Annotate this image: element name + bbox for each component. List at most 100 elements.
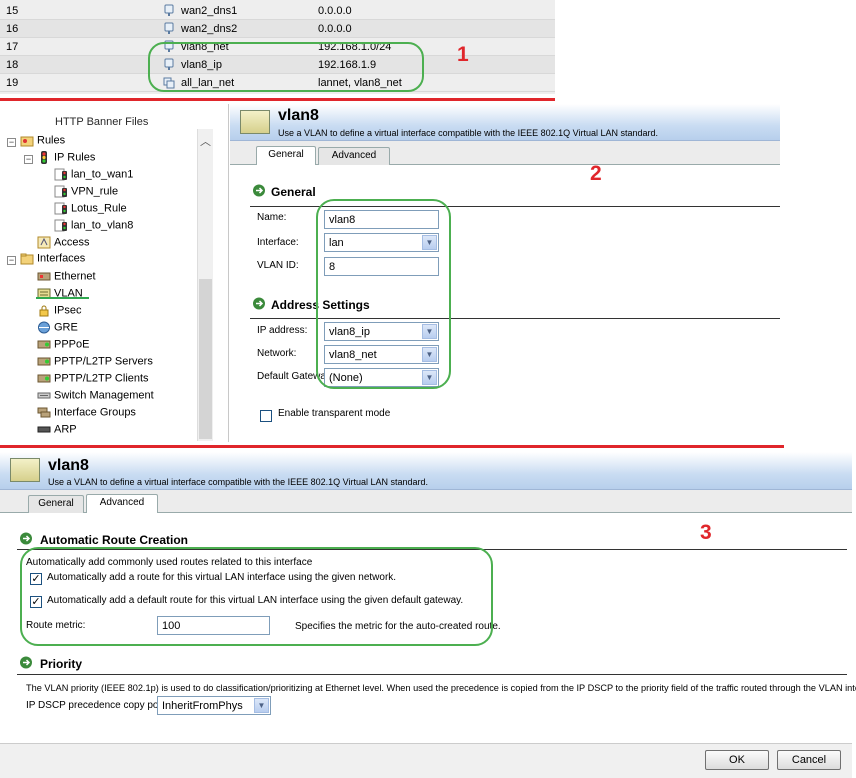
- default-gateway-label: Default Gateway:: [257, 371, 324, 382]
- access-icon: [37, 236, 51, 249]
- tree-item-access[interactable]: Access: [37, 236, 89, 253]
- general-section-heading: General: [271, 185, 316, 199]
- tab-general[interactable]: General: [256, 146, 316, 165]
- dscp-policy-select[interactable]: InheritFromPhys ▼: [157, 696, 271, 715]
- enable-transparent-mode-checkbox[interactable]: [260, 410, 272, 422]
- ethernet-icon: [37, 272, 51, 281]
- tree-item-pptp-l2tp-servers[interactable]: PPTP/L2TP Servers: [37, 355, 153, 372]
- network-label: Network:: [257, 348, 297, 359]
- tree-item-ipsec[interactable]: IPsec: [37, 304, 82, 321]
- tree-item-ethernet[interactable]: Ethernet: [37, 270, 96, 287]
- section-arrow-icon: [253, 184, 265, 197]
- priority-description: The VLAN priority (IEEE 802.1p) is used …: [26, 683, 856, 693]
- rule-icon: [54, 202, 67, 215]
- lock-icon: [39, 305, 49, 317]
- pptp-server-icon: [37, 357, 51, 366]
- highlight-oval-1: [148, 42, 424, 92]
- separator-line: [0, 445, 784, 448]
- tab-bar: General Advanced: [0, 490, 852, 513]
- page-title: vlan8: [278, 107, 319, 124]
- annotation-number-1: 1: [457, 43, 469, 66]
- enable-transparent-mode-label: Enable transparent mode: [278, 408, 391, 419]
- vlan-header-banner: vlan8 Use a VLAN to define a virtual int…: [0, 452, 852, 490]
- highlight-oval-2: [316, 199, 451, 389]
- section-arrow-icon: [20, 656, 32, 669]
- rule-icon: [54, 219, 67, 232]
- tree-item-rules[interactable]: Rules: [20, 134, 65, 151]
- section-arrow-icon: [253, 297, 265, 310]
- pppoe-icon: [37, 340, 51, 349]
- collapse-toggle[interactable]: −: [24, 155, 33, 164]
- tab-general[interactable]: General: [28, 495, 84, 513]
- row-number: 15: [6, 5, 19, 17]
- collapse-toggle[interactable]: −: [7, 256, 16, 265]
- ip-address-label: IP address:: [257, 325, 308, 336]
- arp-icon: [37, 426, 51, 433]
- ip-address-icon: [164, 22, 174, 34]
- page-description: Use a VLAN to define a virtual interface…: [48, 477, 429, 487]
- vlan-header-banner: vlan8 Use a VLAN to define a virtual int…: [230, 104, 780, 141]
- separator-line: [0, 98, 555, 101]
- tree-item-vlan[interactable]: VLAN: [37, 287, 83, 304]
- folder-icon: [20, 253, 34, 265]
- switch-icon: [37, 392, 51, 399]
- traffic-light-icon: [41, 151, 47, 164]
- navigation-tree: HTTP Banner Files − Rules − IP Rules lan…: [0, 104, 229, 442]
- page-title: vlan8: [48, 457, 89, 474]
- rule-icon: [54, 185, 67, 198]
- table-row[interactable]: 16 wan2_dns2 0.0.0.0: [0, 20, 555, 38]
- row-name: wan2_dns1: [181, 5, 238, 17]
- rules-folder-icon: [20, 136, 34, 147]
- vlan-id-label: VLAN ID:: [257, 260, 299, 271]
- row-name: wan2_dns2: [181, 23, 238, 35]
- tree-item-switch-management[interactable]: Switch Management: [37, 389, 154, 406]
- vlan-large-icon: [10, 458, 40, 482]
- tree-item-lotus-rule[interactable]: Lotus_Rule: [54, 202, 127, 219]
- tree-item-interface-groups[interactable]: Interface Groups: [37, 406, 136, 423]
- tab-advanced[interactable]: Advanced: [318, 147, 390, 165]
- interface-label: Interface:: [257, 237, 299, 248]
- interface-group-icon: [37, 407, 51, 418]
- tab-advanced[interactable]: Advanced: [86, 494, 158, 513]
- annotation-number-3: 3: [700, 521, 712, 544]
- tree-item-lan-to-vlan8[interactable]: lan_to_vlan8: [54, 219, 133, 236]
- row-number: 17: [6, 41, 19, 53]
- section-divider: [17, 674, 847, 675]
- tab-bar: General Advanced: [230, 141, 780, 165]
- chevron-down-icon: ▼: [254, 698, 269, 713]
- pptp-client-icon: [37, 374, 51, 383]
- vlan-large-icon: [240, 110, 270, 134]
- name-label: Name:: [257, 212, 287, 223]
- tree-item-ip-rules[interactable]: IP Rules: [37, 151, 95, 168]
- row-address: 0.0.0.0: [318, 23, 352, 35]
- row-number: 18: [6, 59, 19, 71]
- row-number: 16: [6, 23, 19, 35]
- tree-item-http-banner-files[interactable]: HTTP Banner Files: [55, 116, 148, 133]
- tree-scrollbar[interactable]: ︿: [197, 129, 213, 441]
- tree-item-lan-to-wan1[interactable]: lan_to_wan1: [54, 168, 133, 185]
- tree-item-interfaces[interactable]: Interfaces: [20, 252, 85, 269]
- vlan-underline-highlight: [36, 297, 89, 299]
- collapse-toggle[interactable]: −: [7, 138, 16, 147]
- annotation-number-2: 2: [590, 162, 602, 185]
- scroll-up-arrow-icon[interactable]: ︿: [200, 133, 211, 149]
- page-description: Use a VLAN to define a virtual interface…: [278, 128, 659, 138]
- rule-icon: [54, 168, 67, 181]
- priority-heading: Priority: [40, 657, 83, 671]
- table-row[interactable]: 15 wan2_dns1 0.0.0.0: [0, 2, 555, 20]
- cancel-button[interactable]: Cancel: [777, 750, 841, 770]
- row-address: 0.0.0.0: [318, 5, 352, 17]
- section-arrow-icon: [20, 532, 32, 545]
- tree-item-vpn-rule[interactable]: VPN_rule: [54, 185, 118, 202]
- gre-icon: [38, 321, 50, 334]
- dscp-policy-label: IP DSCP precedence copy policy:: [26, 700, 176, 711]
- highlight-oval-3: [20, 547, 493, 646]
- tree-item-gre[interactable]: GRE: [37, 321, 78, 338]
- auto-route-heading: Automatic Route Creation: [40, 533, 189, 547]
- tree-item-arp[interactable]: ARP: [37, 423, 77, 440]
- scrollbar-thumb[interactable]: [199, 279, 212, 439]
- tree-item-pppoe[interactable]: PPPoE: [37, 338, 89, 355]
- ok-button[interactable]: OK: [705, 750, 769, 770]
- ip-address-icon: [164, 4, 174, 16]
- tree-item-pptp-l2tp-clients[interactable]: PPTP/L2TP Clients: [37, 372, 149, 389]
